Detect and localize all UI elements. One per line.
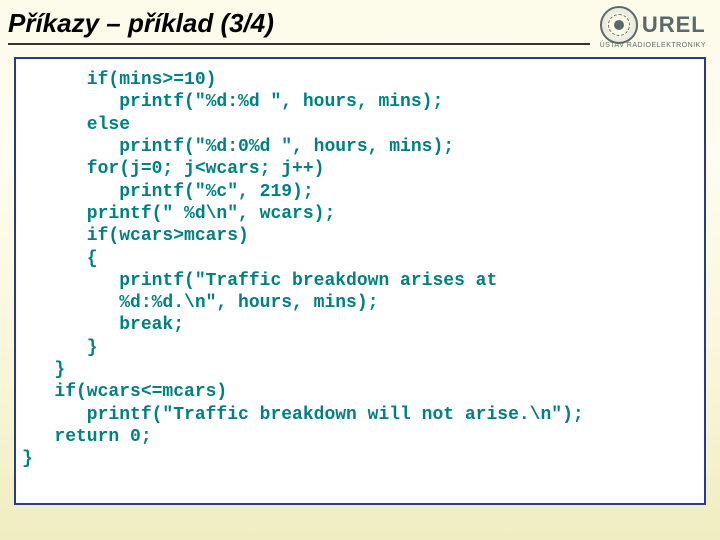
- logo: UREL ÚSTAV RADIOELEKTRONIKY: [600, 6, 706, 49]
- code-block: if(mins>=10) printf("%d:%d ", hours, min…: [22, 69, 698, 471]
- logo-top: UREL: [600, 6, 706, 44]
- logo-text: UREL: [642, 12, 706, 38]
- code-container: if(mins>=10) printf("%d:%d ", hours, min…: [14, 57, 706, 505]
- slide-header: Příkazy – příklad (3/4) UREL ÚSTAV RADIO…: [0, 0, 720, 49]
- antenna-icon: [600, 6, 638, 44]
- slide-title: Příkazy – příklad (3/4): [8, 8, 590, 45]
